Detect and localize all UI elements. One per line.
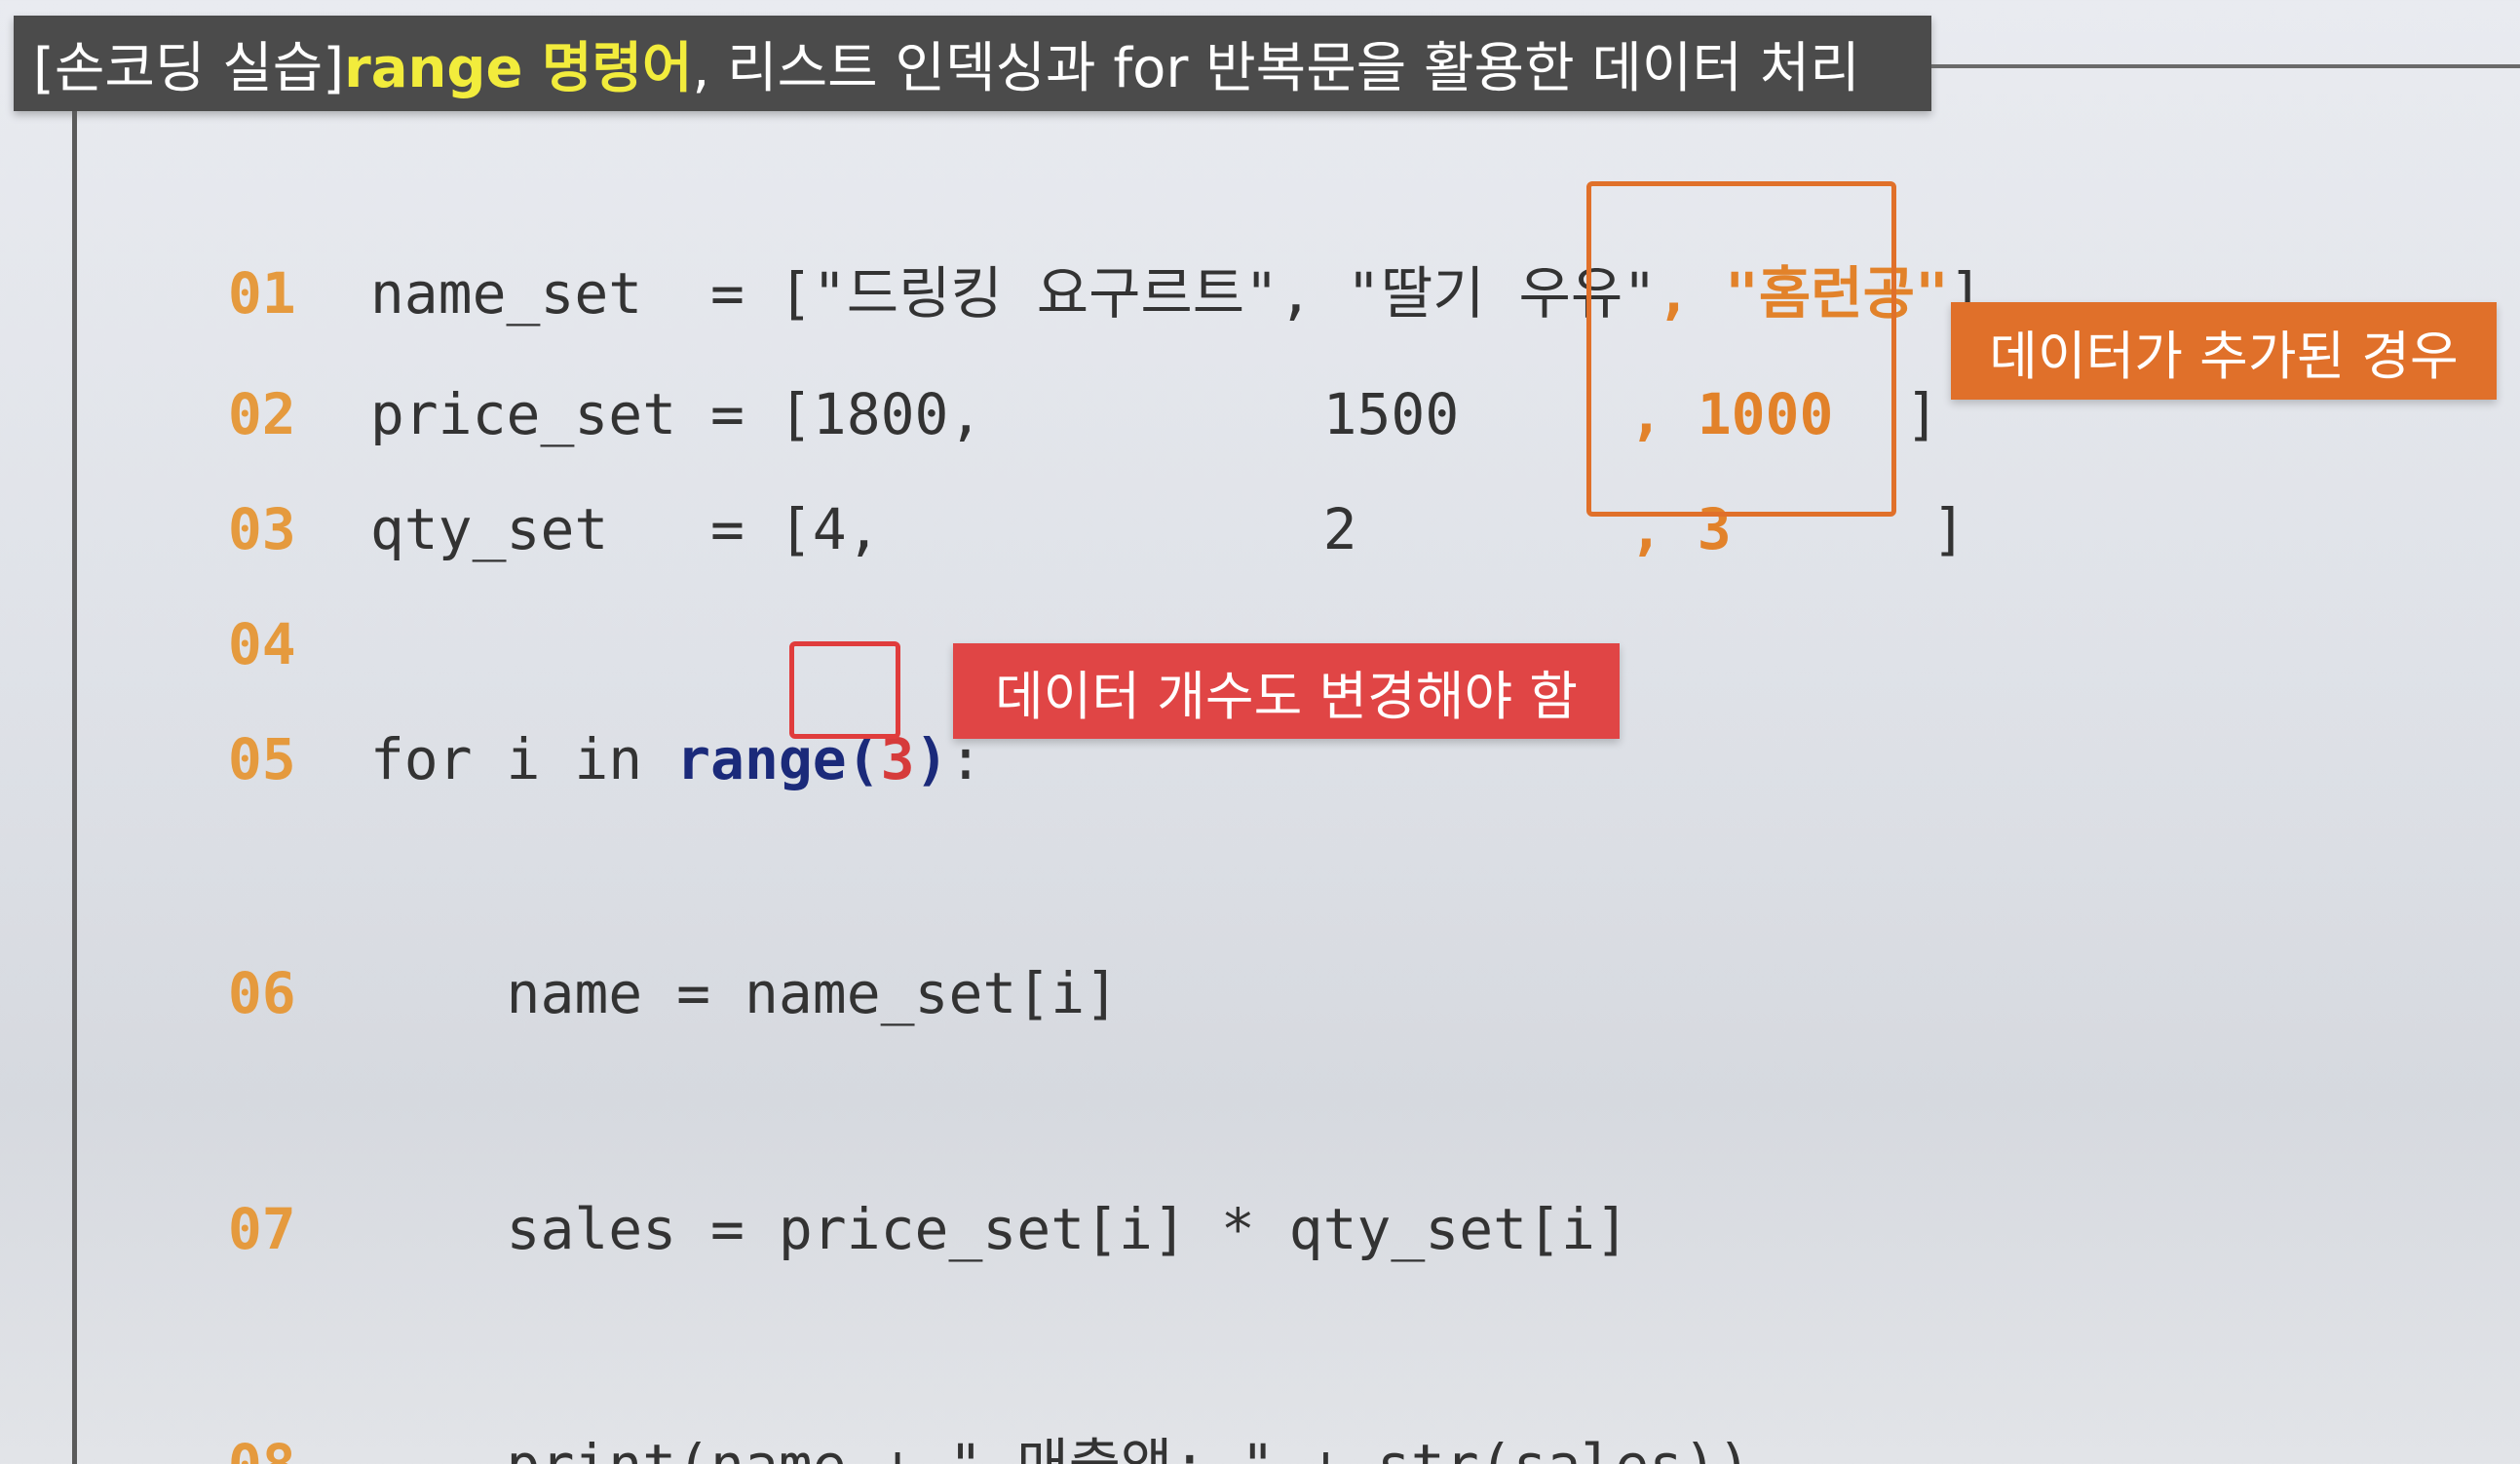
line-number: 07 bbox=[227, 1196, 296, 1262]
code-line-08: 08 print(name + " 매출액: " + str(sales)) bbox=[160, 1363, 1751, 1464]
title-bracket: [손코딩 실습] bbox=[33, 36, 345, 100]
line-number: 06 bbox=[227, 960, 296, 1026]
slide-title: [손코딩 실습] range 명령어, 리스트 인덱싱과 for 반복문을 활용… bbox=[14, 16, 1931, 111]
title-highlight: range 명령어 bbox=[344, 36, 693, 100]
added-data-annotation: 데이터가 추가된 경우 bbox=[1951, 302, 2497, 400]
code-text: sales = price_set[i] * qty_set[i] bbox=[369, 1196, 1629, 1262]
added-data-highlight-box bbox=[1586, 181, 1896, 517]
range-close-paren: ) bbox=[914, 726, 949, 792]
code-line-04: 04 bbox=[160, 542, 370, 677]
code-close-bracket: ] bbox=[1931, 496, 1966, 562]
change-count-annotation: 데이터 개수도 변경해야 함 bbox=[953, 643, 1620, 739]
title-divider-line bbox=[1931, 64, 2520, 68]
title-rest: , 리스트 인덱싱과 for 반복문을 활용한 데이터 처리 bbox=[692, 36, 1860, 100]
line-number: 08 bbox=[228, 1431, 370, 1464]
code-text: print(name + " 매출액: " + str(sales)) bbox=[370, 1432, 1752, 1464]
range-arg-highlight-box bbox=[789, 641, 900, 739]
code-line-07: 07 sales = price_set[i] * qty_set[i] bbox=[160, 1127, 1629, 1262]
code-text: name = name_set[i] bbox=[369, 960, 1120, 1026]
code-for: for i in bbox=[369, 726, 677, 792]
line-number: 05 bbox=[227, 726, 296, 792]
code-left-rule bbox=[72, 111, 77, 1464]
code-text: qty_set = [4, 2 bbox=[369, 496, 1629, 562]
code-line-06: 06 name = name_set[i] bbox=[160, 891, 1119, 1026]
